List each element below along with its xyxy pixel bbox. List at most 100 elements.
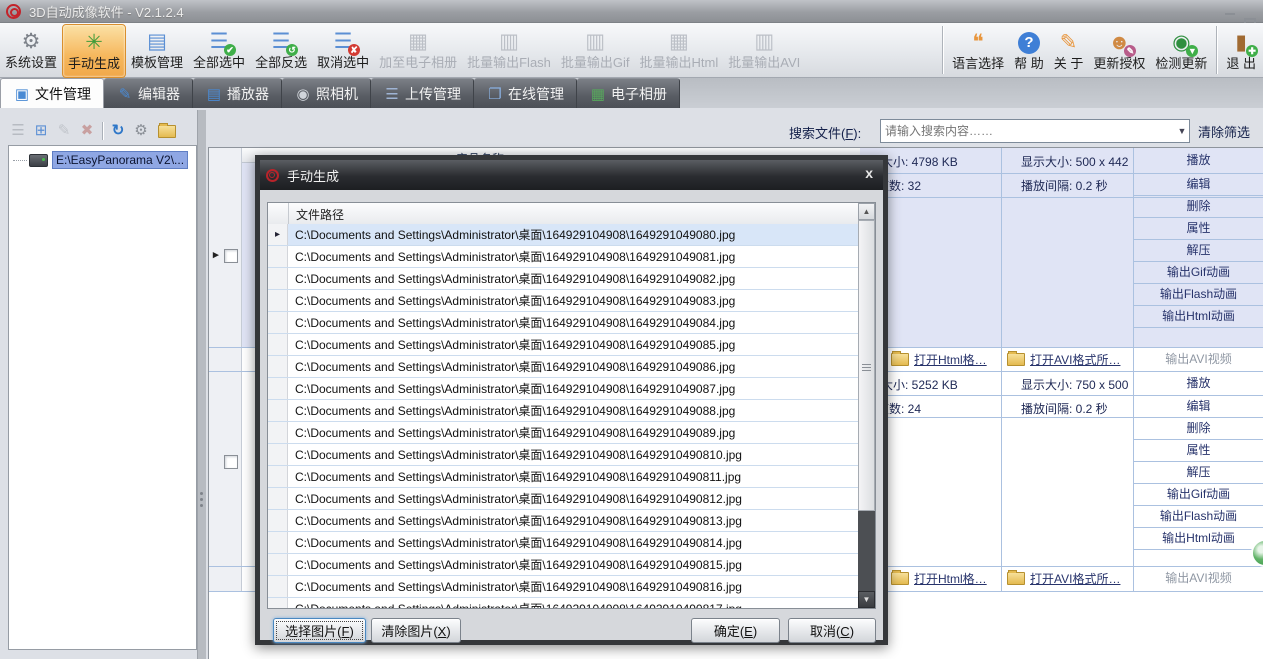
panel-splitter[interactable] [197,110,206,659]
record-1-checkbox[interactable] [224,249,238,263]
action-play[interactable]: 播放 [1133,371,1263,395]
tab-editor-page[interactable]: ✎编辑器 [104,78,193,108]
action-output-gif[interactable]: 输出Gif动画 [1133,261,1263,283]
toolbar-item-select-all[interactable]: ☰✔全部选中 [188,24,250,76]
action-properties[interactable]: 属性 [1133,439,1263,461]
file-row[interactable]: C:\Documents and Settings\Administrator\… [268,290,858,312]
toolbar-item-batch-flash[interactable]: ▥批量输出Flash [462,24,556,76]
toolbar-item-batch-html[interactable]: ▦批量输出Html [635,24,724,76]
tab-photo-album[interactable]: ▦电子相册 [577,78,680,108]
search-input[interactable] [881,124,1175,138]
file-row[interactable]: C:\Documents and Settings\Administrator\… [268,334,858,356]
file-row[interactable]: C:\Documents and Settings\Administrator\… [268,378,858,400]
tab-film[interactable]: ▤播放器 [193,78,282,108]
toolbar-item-exit[interactable]: ▮✚退 出 [1221,25,1261,77]
refresh-icon[interactable]: ↻ [108,121,128,141]
action-delete[interactable]: 删除 [1133,195,1263,217]
tab-monitor[interactable]: ▣文件管理 [0,78,104,108]
toolbar-item-manual-generate[interactable]: ✳手动生成 [62,24,126,78]
action-output-html[interactable]: 输出Html动画 [1133,305,1263,327]
open-folder-icon[interactable] [158,125,176,138]
file-row[interactable]: C:\Documents and Settings\Administrator\… [268,598,858,608]
action-delete[interactable]: 删除 [1133,417,1263,439]
action-output-gif[interactable]: 输出Gif动画 [1133,483,1263,505]
action-extract[interactable]: 解压 [1133,239,1263,261]
action-edit[interactable]: 编辑 [1133,173,1263,195]
file-row[interactable]: C:\Documents and Settings\Administrator\… [268,510,858,532]
tab-browser-edit[interactable]: ❐在线管理 [474,78,577,108]
file-row[interactable]: C:\Documents and Settings\Administrator\… [268,400,858,422]
action-output-flash[interactable]: 输出Flash动画 [1133,283,1263,305]
toolbar-item-add-to-album[interactable]: ▦加至电子相册 [374,24,462,76]
delete-item-icon[interactable]: ✖ [77,121,97,141]
action-properties[interactable]: 属性 [1133,217,1263,239]
folder-icon[interactable] [891,353,909,366]
select-images-button[interactable]: 选择图片(F) [273,618,366,643]
file-path-text: C:\Documents and Settings\Administrator\… [288,446,742,463]
ok-button[interactable]: 确定(E) [691,618,780,643]
row-gutter-cell: ▸ [268,224,288,245]
file-row[interactable]: C:\Documents and Settings\Administrator\… [268,422,858,444]
action-edit[interactable]: 编辑 [1133,395,1263,417]
file-row[interactable]: ▸C:\Documents and Settings\Administrator… [268,224,858,246]
toolbar-item-batch-avi[interactable]: ▥批量输出AVI [723,24,805,76]
scroll-down-icon[interactable]: ▼ [858,591,875,608]
toolbar-item-settings-gear[interactable]: ⚙系统设置 [0,24,62,76]
action-output-html[interactable]: 输出Html动画 [1133,527,1263,549]
action-output-flash[interactable]: 输出Flash动画 [1133,505,1263,527]
toolbar-item-invert-selection[interactable]: ☰↺全部反选 [250,24,312,76]
action-output-avi[interactable]: 输出AVI视频 [1133,347,1263,371]
file-row[interactable]: C:\Documents and Settings\Administrator\… [268,576,858,598]
tab-database-upload[interactable]: ☰上传管理 [371,78,474,108]
toolbar-item-language-select[interactable]: ❝语言选择 [947,25,1009,77]
action-play[interactable]: 播放 [1133,148,1263,173]
folder-icon[interactable] [1007,572,1025,585]
open-avi-link[interactable]: 打开AVI格式所… [1030,570,1120,587]
tree-root-item[interactable]: E:\EasyPanorama V2\... [13,151,196,169]
file-row[interactable]: C:\Documents and Settings\Administrator\… [268,444,858,466]
toolbar-item-template-manage[interactable]: ▤模板管理 [126,24,188,76]
tab-label: 照相机 [316,84,358,104]
title-bar: 3D自动成像软件 - V2.1.2.4 [0,0,1263,23]
file-row[interactable]: C:\Documents and Settings\Administrator\… [268,554,858,576]
column-header-file-path: 文件路径 [296,206,344,223]
toolbar-item-label: 批量输出AVI [728,55,800,71]
clear-images-button[interactable]: 清除图片(X) [371,618,461,643]
action-output-avi[interactable]: 输出AVI视频 [1133,566,1263,590]
tab-camera[interactable]: ◉照相机 [282,78,371,108]
clear-filter-button[interactable]: 清除筛选 [1194,120,1254,143]
open-html-link[interactable]: 打开Html格… [914,570,987,587]
edit-item-icon[interactable]: ✎ [54,121,74,141]
file-row[interactable]: C:\Documents and Settings\Administrator\… [268,246,858,268]
folder-icon[interactable] [1007,353,1025,366]
file-row[interactable]: C:\Documents and Settings\Administrator\… [268,312,858,334]
toolbar-item-update-license[interactable]: ☻✎更新授权 [1088,25,1150,77]
toolbar-item-batch-gif[interactable]: ▥批量输出Gif [556,24,635,76]
tab-label: 电子相册 [611,84,667,104]
cancel-button[interactable]: 取消(C) [788,618,876,643]
settings-icon[interactable]: ⚙ [131,121,151,141]
folder-icon[interactable] [891,572,909,585]
dialog-close-icon[interactable]: x [865,165,873,181]
open-avi-link[interactable]: 打开AVI格式所… [1030,351,1120,368]
toolbar-item-deselect[interactable]: ☰✘取消选中 [312,24,374,76]
toolbar-item-check-update[interactable]: ◉▼检测更新 [1150,25,1212,77]
file-row[interactable]: C:\Documents and Settings\Administrator\… [268,268,858,290]
toolbar-item-help[interactable]: ?帮 助 [1009,25,1049,77]
add-item-icon[interactable]: ☰ [8,121,28,141]
check-update-icon: ◉▼ [1168,30,1194,56]
add-node-icon[interactable]: ⊞ [31,121,51,141]
scrollbar-thumb[interactable] [858,220,875,511]
file-row[interactable]: C:\Documents and Settings\Administrator\… [268,532,858,554]
invert-selection-icon: ☰↺ [268,29,294,55]
minimize-button[interactable] [1224,6,1236,18]
file-row[interactable]: C:\Documents and Settings\Administrator\… [268,356,858,378]
record-2-checkbox[interactable] [224,455,238,469]
scroll-up-icon[interactable]: ▲ [858,203,875,220]
file-row[interactable]: C:\Documents and Settings\Administrator\… [268,488,858,510]
open-html-link[interactable]: 打开Html格… [914,351,987,368]
toolbar-item-about[interactable]: ✎关 于 [1049,25,1089,77]
file-row[interactable]: C:\Documents and Settings\Administrator\… [268,466,858,488]
combo-dropdown-arrow[interactable]: ▼ [1175,126,1189,136]
action-extract[interactable]: 解压 [1133,461,1263,483]
